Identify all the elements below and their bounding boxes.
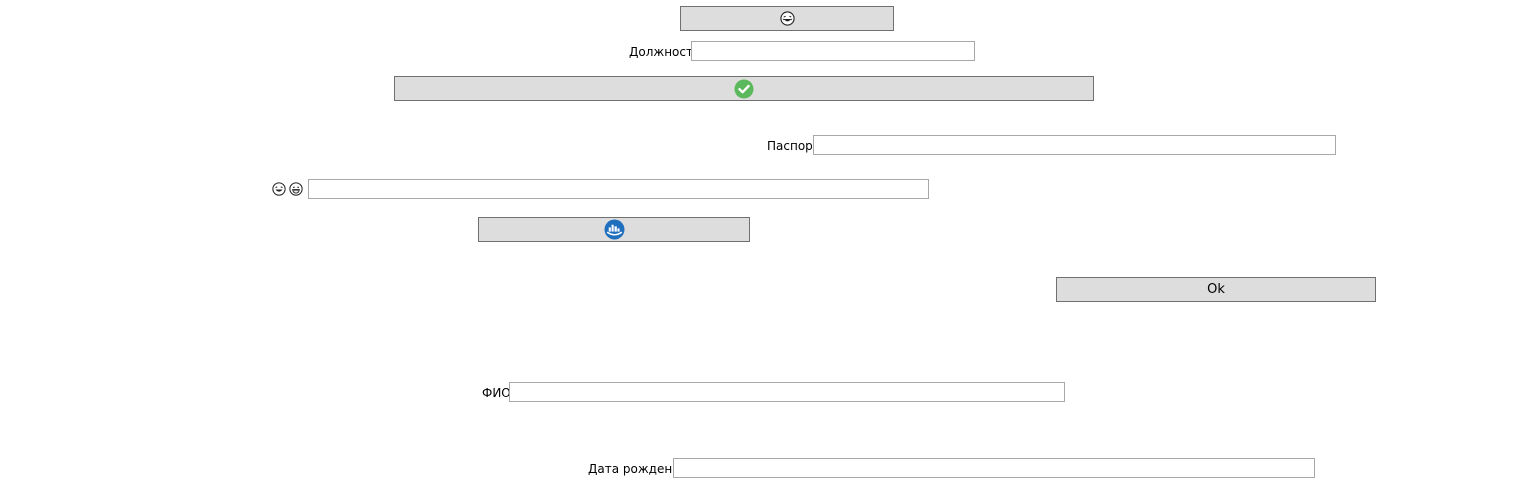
passport-label: Паспорт [767, 139, 820, 153]
confirm-button[interactable] [394, 76, 1094, 101]
laughing-face-icon [272, 182, 286, 196]
laughing-emoji-button[interactable] [680, 6, 894, 31]
ok-button[interactable]: Ok [1056, 277, 1376, 302]
check-circle-icon [734, 79, 754, 99]
city-globe-icon [604, 219, 625, 240]
emoji-input[interactable] [308, 179, 929, 199]
position-input[interactable] [691, 41, 975, 61]
fio-input[interactable] [509, 382, 1065, 402]
fio-label: ФИО [482, 386, 511, 400]
city-button[interactable] [478, 217, 750, 242]
laughing-face-icon [779, 11, 795, 26]
grinning-face-icon [289, 182, 303, 196]
emoji-row-label [272, 182, 303, 196]
position-label: Должность [629, 45, 701, 59]
passport-input[interactable] [813, 135, 1336, 155]
birthdate-input[interactable] [673, 458, 1315, 478]
